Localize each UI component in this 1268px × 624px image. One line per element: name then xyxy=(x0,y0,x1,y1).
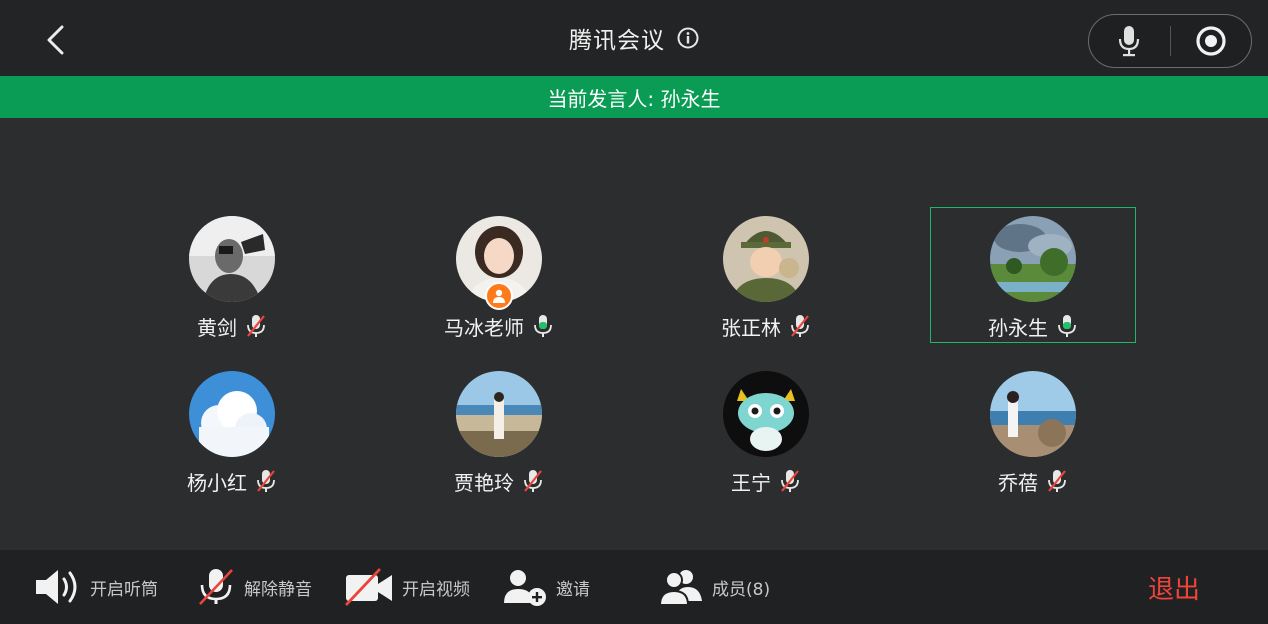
microphone-icon xyxy=(1119,26,1140,57)
invite-label: 邀请 xyxy=(556,579,590,600)
participant-tile[interactable]: 马冰老师 xyxy=(396,207,602,343)
participant-tile[interactable]: 王宁 xyxy=(663,362,869,498)
unmute-label: 解除静音 xyxy=(244,579,312,600)
name-row: 贾艳玲 xyxy=(454,467,544,495)
members-icon xyxy=(658,570,702,606)
avatar xyxy=(189,216,275,302)
audio-record-controls xyxy=(1088,14,1252,68)
title-area: 腾讯会议 xyxy=(0,22,1268,54)
host-badge-icon xyxy=(485,282,513,310)
mic-muted-icon xyxy=(789,313,811,339)
avatar xyxy=(456,371,542,457)
participant-name: 张正林 xyxy=(721,315,781,340)
participant-tile[interactable]: 杨小红 xyxy=(129,362,335,498)
participant-tile[interactable]: 黄剑 xyxy=(129,207,335,343)
exit-label: 退出 xyxy=(1148,574,1201,605)
unmute-button[interactable]: 解除静音 xyxy=(196,550,312,624)
avatar xyxy=(990,371,1076,457)
mic-muted-icon xyxy=(522,468,544,494)
speaker-label: 开启听筒 xyxy=(90,579,158,600)
current-speaker-bar: 当前发言人: 孙永生 xyxy=(0,76,1268,118)
participant-name: 王宁 xyxy=(731,470,771,495)
name-row: 马冰老师 xyxy=(444,312,554,340)
top-bar: 腾讯会议 xyxy=(0,0,1268,76)
avatar xyxy=(723,216,809,302)
participant-name: 贾艳玲 xyxy=(454,470,514,495)
current-speaker-text: 当前发言人: 孙永生 xyxy=(547,86,721,111)
mic-on-icon xyxy=(1056,313,1078,339)
participant-name: 孙永生 xyxy=(988,315,1048,340)
mic-muted-icon xyxy=(255,468,277,494)
video-label: 开启视频 xyxy=(402,579,470,600)
mic-muted-icon xyxy=(245,313,267,339)
participant-grid: 黄剑 马冰老师 张正林 孙永生 杨小红 贾艳玲 王宁 乔蓓 xyxy=(0,118,1268,550)
invite-button[interactable]: 邀请 xyxy=(502,550,590,624)
name-row: 王宁 xyxy=(731,467,801,495)
mic-on-icon xyxy=(532,313,554,339)
speaker-button[interactable]: 开启听筒 xyxy=(34,550,158,624)
avatar xyxy=(456,216,542,310)
mic-muted-icon xyxy=(199,569,233,605)
name-row: 杨小红 xyxy=(187,467,277,495)
participant-name: 乔蓓 xyxy=(998,470,1038,495)
microphone-button[interactable] xyxy=(1089,15,1170,67)
participant-name: 马冰老师 xyxy=(444,315,524,340)
name-row: 张正林 xyxy=(721,312,811,340)
participant-name: 杨小红 xyxy=(187,470,247,495)
participant-tile[interactable]: 贾艳玲 xyxy=(396,362,602,498)
mic-muted-icon xyxy=(779,468,801,494)
add-user-icon xyxy=(504,570,546,606)
participant-tile-active-speaker[interactable]: 孙永生 xyxy=(930,207,1136,343)
video-off-icon xyxy=(344,568,392,606)
mic-muted-icon xyxy=(1046,468,1068,494)
video-button[interactable]: 开启视频 xyxy=(344,550,470,624)
name-row: 黄剑 xyxy=(197,312,267,340)
speaker-icon xyxy=(36,570,77,604)
members-label: 成员(8) xyxy=(712,579,771,600)
name-row: 乔蓓 xyxy=(998,467,1068,495)
record-button[interactable] xyxy=(1171,15,1252,67)
record-icon xyxy=(1196,26,1226,56)
exit-button[interactable]: 退出 xyxy=(1148,550,1200,624)
participant-tile[interactable]: 乔蓓 xyxy=(930,362,1136,498)
avatar xyxy=(723,371,809,457)
participant-tile[interactable]: 张正林 xyxy=(663,207,869,343)
name-row: 孙永生 xyxy=(988,312,1078,340)
avatar xyxy=(990,216,1076,302)
bottom-toolbar: 开启听筒 解除静音 开启视频 邀请 成员(8) 退出 xyxy=(0,550,1268,624)
avatar xyxy=(189,371,275,457)
info-icon[interactable] xyxy=(677,27,699,49)
members-button[interactable]: 成员(8) xyxy=(658,550,770,624)
participant-name: 黄剑 xyxy=(197,315,237,340)
meeting-title: 腾讯会议 xyxy=(569,28,665,54)
